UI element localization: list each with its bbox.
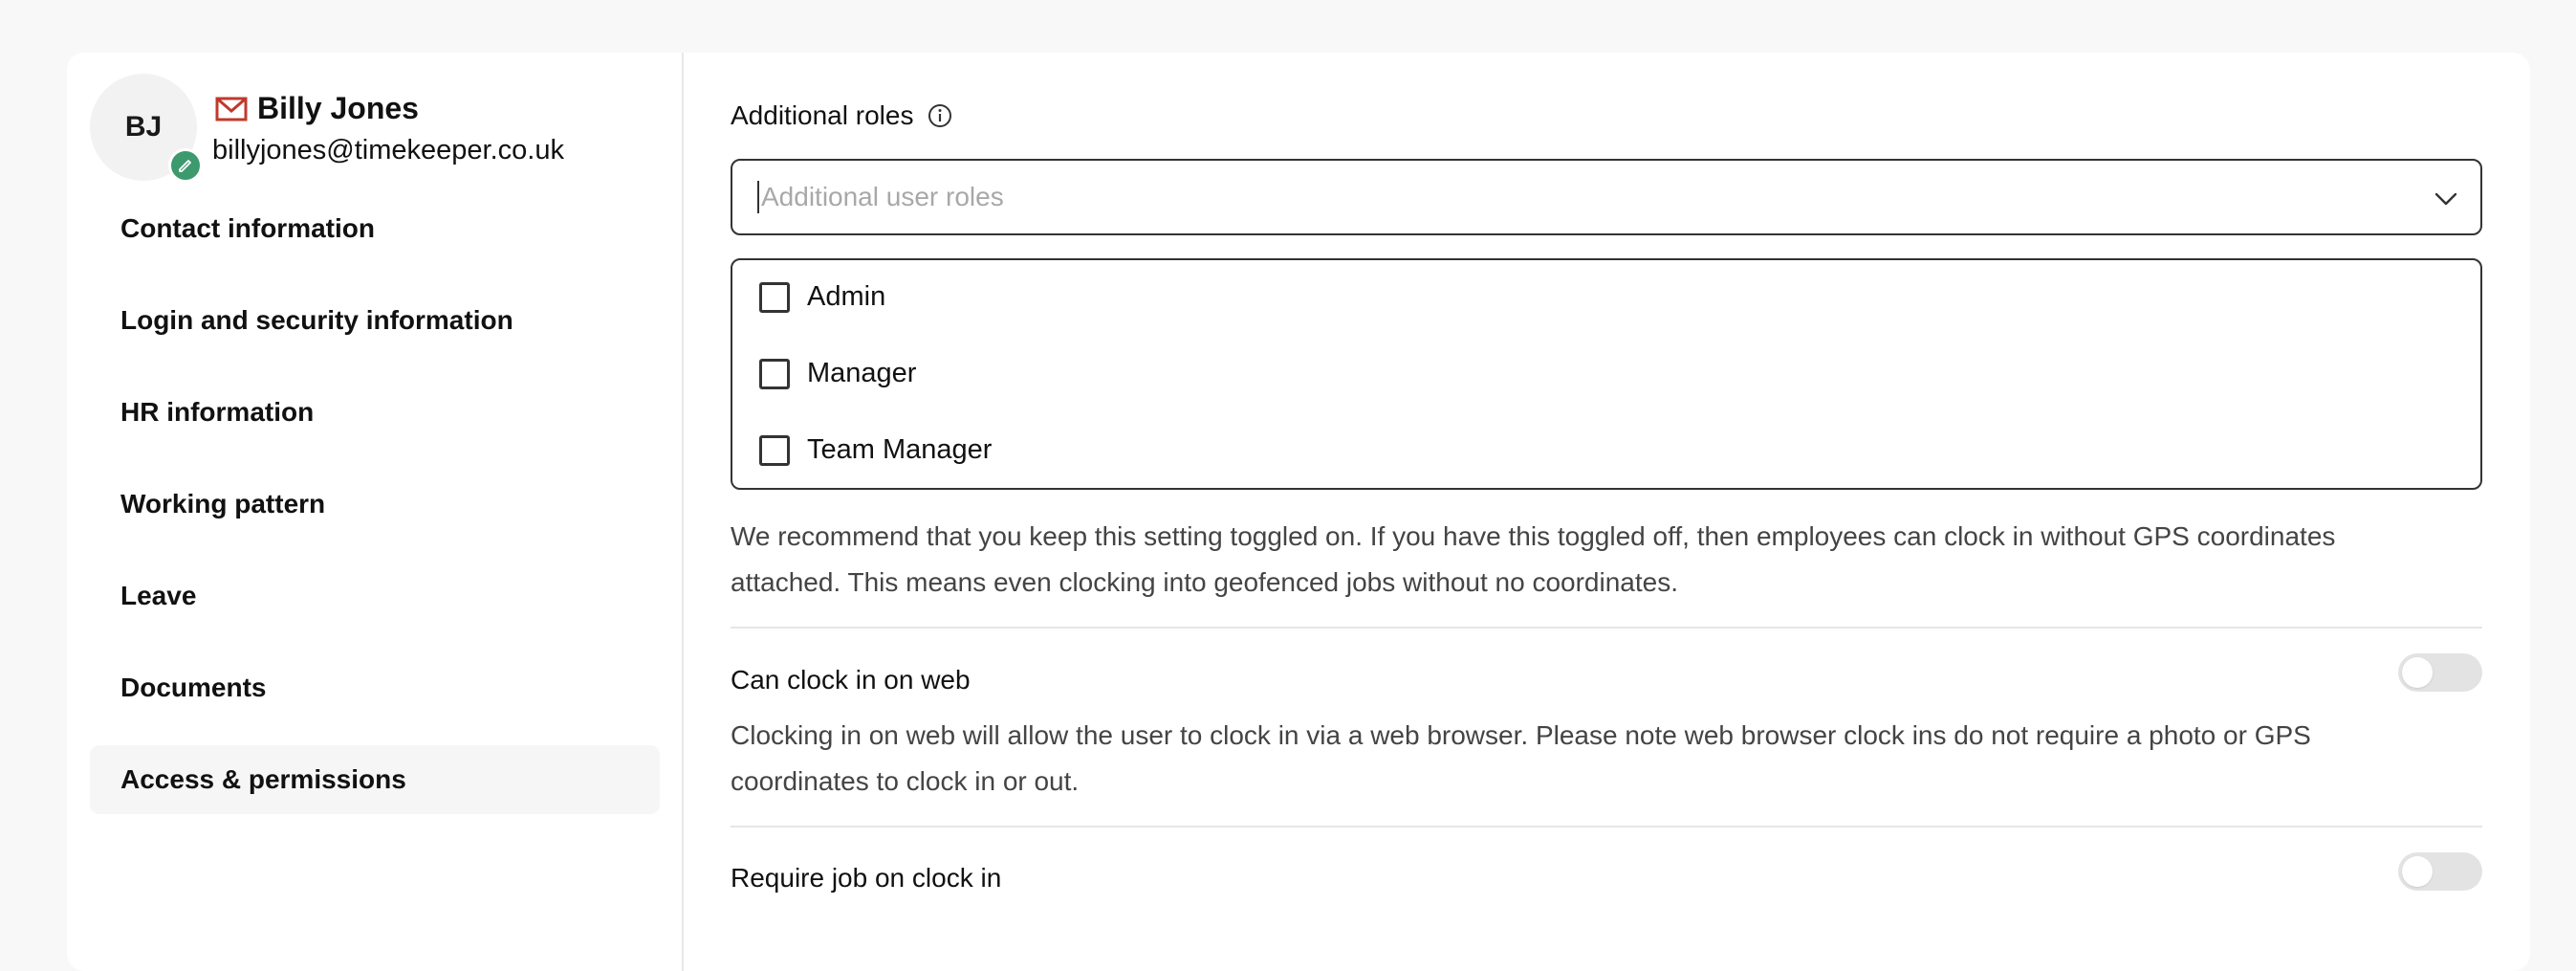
sidebar-nav: Contact information Login and security i… (90, 194, 660, 837)
avatar-initials: BJ (124, 111, 163, 143)
role-option-label: Manager (807, 358, 917, 388)
roles-label: Additional roles (731, 100, 914, 130)
sidebar-item-label: HR information (120, 397, 315, 427)
web-clock-in-description: Clocking in on web will allow the user t… (731, 720, 2311, 796)
pencil-icon (179, 160, 191, 172)
role-option-label: Team Manager (807, 434, 993, 465)
role-checkbox[interactable] (759, 434, 790, 466)
info-icon[interactable] (927, 102, 953, 129)
web-clock-in-title: Can clock in on web (731, 665, 971, 695)
edit-avatar-button[interactable] (168, 148, 203, 183)
sidebar-item-label: Contact information (120, 213, 375, 243)
sidebar-item-hr-information[interactable]: HR information (90, 378, 660, 447)
role-option-team-manager[interactable]: Team Manager (759, 434, 992, 466)
chevron-down-icon[interactable] (2431, 184, 2461, 214)
web-clock-in-toggle[interactable] (2398, 653, 2482, 692)
role-checkbox[interactable] (759, 281, 790, 313)
mail-icon (215, 97, 248, 121)
sidebar-item-leave[interactable]: Leave (90, 562, 660, 630)
sidebar-item-label: Login and security information (120, 305, 513, 335)
role-option-label: Admin (807, 281, 886, 312)
require-job-toggle[interactable] (2398, 852, 2482, 891)
roles-label-row: Additional roles (731, 100, 953, 131)
sidebar-item-contact-information[interactable]: Contact information (90, 194, 660, 263)
role-checkbox[interactable] (759, 358, 790, 389)
user-name-row: Billy Jones (215, 91, 419, 126)
profile-card: BJ Billy Jones billyjones@timekeeper.co.… (67, 53, 2530, 971)
user-name: Billy Jones (257, 91, 419, 125)
user-email: billyjones@timekeeper.co.uk (212, 135, 564, 166)
sidebar-item-working-pattern[interactable]: Working pattern (90, 470, 660, 539)
role-option-manager[interactable]: Manager (759, 358, 916, 389)
require-job-title: Require job on clock in (731, 863, 1002, 893)
main-content: Additional roles Additional user roles A… (731, 53, 2482, 971)
sidebar-item-label: Working pattern (120, 489, 326, 519)
divider (731, 826, 2482, 828)
text-cursor (757, 181, 759, 213)
sidebar: BJ Billy Jones billyjones@timekeeper.co.… (67, 53, 684, 971)
sidebar-item-documents[interactable]: Documents (90, 653, 660, 722)
role-option-admin[interactable]: Admin (759, 281, 885, 313)
roles-placeholder: Additional user roles (761, 182, 1004, 211)
sidebar-item-access-permissions[interactable]: Access & permissions (90, 745, 660, 814)
roles-dropdown: Admin Manager Team Manager (731, 258, 2482, 490)
roles-select[interactable]: Additional user roles (731, 159, 2482, 235)
sidebar-item-login-security[interactable]: Login and security information (90, 286, 660, 355)
sidebar-item-label: Documents (120, 673, 267, 702)
sidebar-item-label: Access & permissions (120, 764, 406, 794)
gps-setting-description: We recommend that you keep this setting … (731, 521, 2336, 597)
divider (731, 627, 2482, 629)
sidebar-item-label: Leave (120, 581, 197, 610)
